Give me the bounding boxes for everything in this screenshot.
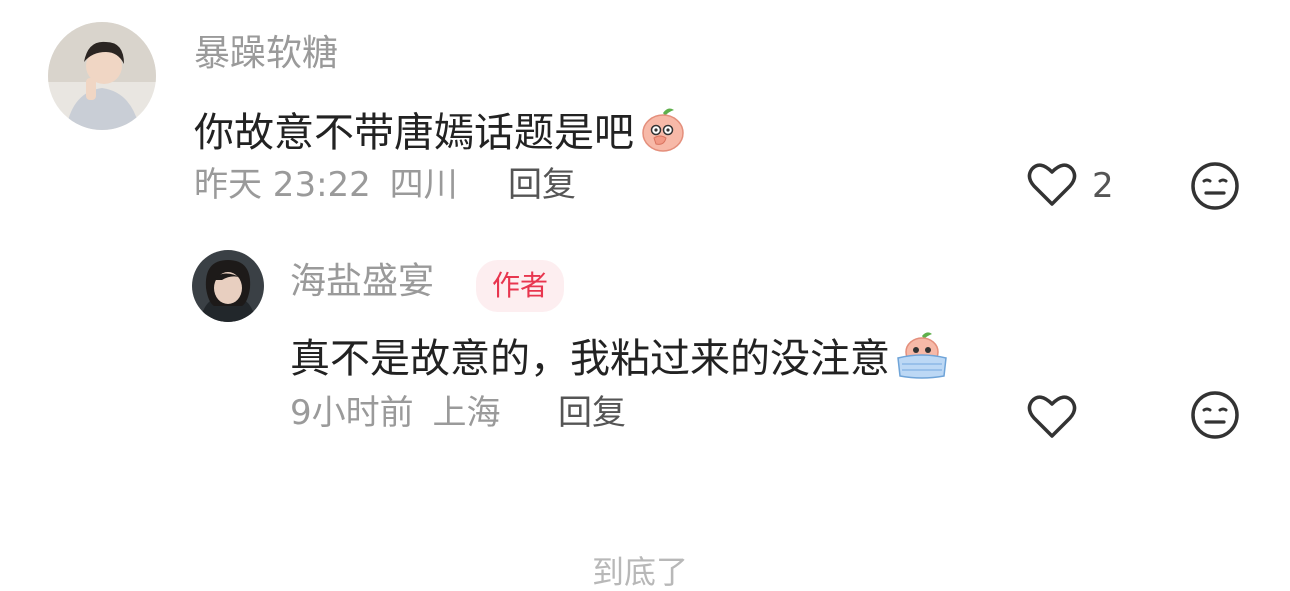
comment-text: 真不是故意的，我粘过来的没注意 <box>290 330 950 387</box>
dislike-button[interactable] <box>1190 161 1240 215</box>
heart-outline-icon <box>1026 392 1078 444</box>
reply-button[interactable]: 回复 <box>508 168 576 202</box>
neutral-face-icon <box>1190 390 1240 444</box>
like-count: 2 <box>1092 166 1114 206</box>
end-of-list-text: 到底了 <box>592 553 689 591</box>
like-button[interactable]: 2 <box>1026 160 1114 212</box>
avatar[interactable] <box>192 250 264 322</box>
comment-text-body: 你故意不带唐嫣话题是吧 <box>194 109 634 156</box>
username[interactable]: 海盐盛宴 <box>290 264 434 300</box>
comment-location: 上海 <box>432 393 501 433</box>
neutral-face-icon <box>1190 161 1240 215</box>
comment-time: 9小时前 <box>290 393 414 433</box>
comment-meta: 昨天 23:22 四川 <box>194 168 458 202</box>
comment-meta: 9小时前 上海 <box>290 396 500 430</box>
avatar[interactable] <box>48 22 156 130</box>
comment-text: 你故意不带唐嫣话题是吧 <box>194 104 688 161</box>
comment-location: 四川 <box>389 165 458 205</box>
peach-covering-mouth-emoji <box>638 104 688 161</box>
author-badge: 作者 <box>476 260 565 312</box>
username[interactable]: 暴躁软糖 <box>194 36 338 72</box>
peach-crying-emoji <box>894 330 950 387</box>
heart-outline-icon <box>1026 160 1078 212</box>
reply-button[interactable]: 回复 <box>558 396 626 430</box>
comment-text-body: 真不是故意的，我粘过来的没注意 <box>290 335 890 382</box>
comment-time: 昨天 23:22 <box>194 165 371 205</box>
like-button[interactable] <box>1026 392 1078 444</box>
dislike-button[interactable] <box>1190 390 1240 444</box>
